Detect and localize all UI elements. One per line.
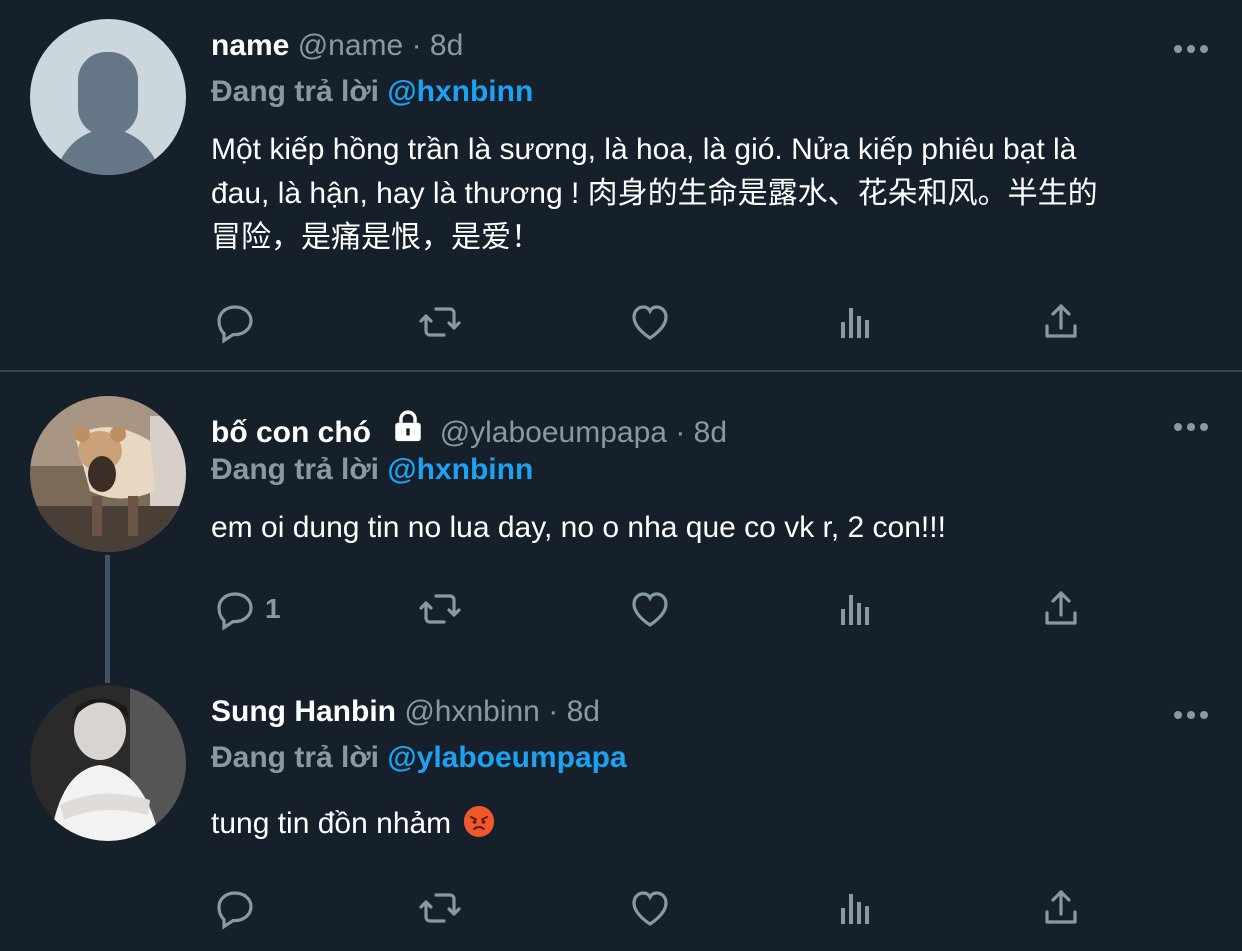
user-handle[interactable]: @hxnbinn bbox=[404, 695, 540, 728]
share-icon[interactable] bbox=[1037, 297, 1085, 347]
user-handle[interactable]: @ylaboeumpapa bbox=[440, 416, 667, 449]
replying-to-handle[interactable]: @hxnbinn bbox=[387, 75, 533, 108]
replying-to: Đang trả lời @hxnbinn bbox=[211, 74, 533, 110]
timestamp[interactable]: 8d bbox=[567, 695, 600, 728]
replying-to: Đang trả lời @ylaboeumpapa bbox=[211, 740, 627, 776]
tweet-text-line: em oi dung tin no lua day, no o nha que … bbox=[211, 511, 946, 544]
separator: · bbox=[548, 695, 559, 728]
tweet-text: Một kiếp hồng trần là sương, là hoa, là … bbox=[211, 128, 1211, 260]
separator: · bbox=[675, 416, 686, 449]
tweet-text-line: 冒险，是痛是恨，是爱！ bbox=[211, 221, 541, 254]
replying-to-handle[interactable]: @hxnbinn bbox=[387, 453, 533, 486]
reply-icon[interactable] bbox=[211, 297, 265, 347]
tweet-text-line: tung tin đồn nhảm bbox=[211, 807, 452, 840]
tweet-actions bbox=[211, 883, 1111, 933]
tweet-text: tung tin đồn nhảm bbox=[211, 802, 1211, 846]
replying-to-label: Đang trả lời bbox=[211, 741, 380, 774]
tweet-1[interactable]: name @name · 8d Đang trả lời @hxnbinn Mộ… bbox=[0, 0, 1242, 370]
share-icon[interactable] bbox=[1037, 883, 1085, 933]
person-photo-avatar[interactable] bbox=[30, 685, 186, 841]
tweet-text: em oi dung tin no lua day, no o nha que … bbox=[211, 506, 1211, 550]
reply-icon[interactable] bbox=[211, 883, 265, 933]
timestamp[interactable]: 8d bbox=[694, 416, 727, 449]
more-options-icon[interactable] bbox=[1174, 418, 1214, 431]
tweet-2[interactable]: bố con chó @ylaboeumpapa · 8d Đang trả l… bbox=[0, 372, 1242, 682]
retweet-icon[interactable] bbox=[416, 297, 464, 347]
reply-count: 1 bbox=[265, 593, 281, 624]
tweet-header: name @name · 8d bbox=[211, 28, 463, 64]
tweet-actions bbox=[211, 297, 1111, 347]
display-name[interactable]: name bbox=[211, 29, 289, 62]
replying-to-label: Đang trả lời bbox=[211, 453, 380, 486]
tweet-actions: 1 bbox=[211, 584, 1111, 634]
more-options-icon[interactable] bbox=[1174, 40, 1214, 53]
default-profile-avatar[interactable] bbox=[30, 19, 186, 175]
tweet-3[interactable]: Sung Hanbin @hxnbinn · 8d Đang trả lời @… bbox=[0, 682, 1242, 951]
timestamp[interactable]: 8d bbox=[430, 29, 463, 62]
separator: · bbox=[411, 29, 422, 62]
analytics-icon[interactable] bbox=[831, 883, 879, 933]
retweet-icon[interactable] bbox=[416, 584, 464, 634]
analytics-icon[interactable] bbox=[831, 297, 879, 347]
display-name[interactable]: bố con chó bbox=[211, 416, 371, 449]
dog-photo-avatar[interactable] bbox=[30, 396, 186, 552]
replying-to-label: Đang trả lời bbox=[211, 75, 380, 108]
like-icon[interactable] bbox=[626, 883, 674, 933]
angry-face-emoji bbox=[463, 806, 494, 837]
tweet-header: Sung Hanbin @hxnbinn · 8d bbox=[211, 694, 600, 730]
share-icon[interactable] bbox=[1037, 584, 1085, 634]
user-handle[interactable]: @name bbox=[298, 29, 404, 62]
replying-to-handle[interactable]: @ylaboeumpapa bbox=[387, 741, 626, 774]
tweet-text-line: đau, là hận, hay là thương ! 肉身的生命是露水、花朵… bbox=[211, 177, 1098, 210]
reply-icon[interactable]: 1 bbox=[211, 584, 281, 634]
analytics-icon[interactable] bbox=[831, 584, 879, 634]
replying-to: Đang trả lời @hxnbinn bbox=[211, 452, 533, 488]
retweet-icon[interactable] bbox=[416, 883, 464, 933]
lock-icon bbox=[391, 410, 425, 453]
tweet-text-line: Một kiếp hồng trần là sương, là hoa, là … bbox=[211, 133, 1077, 166]
more-options-icon[interactable] bbox=[1174, 706, 1214, 719]
like-icon[interactable] bbox=[626, 297, 674, 347]
like-icon[interactable] bbox=[626, 584, 674, 634]
display-name[interactable]: Sung Hanbin bbox=[211, 695, 396, 728]
tweet-header: bố con chó @ylaboeumpapa · 8d bbox=[211, 410, 727, 453]
